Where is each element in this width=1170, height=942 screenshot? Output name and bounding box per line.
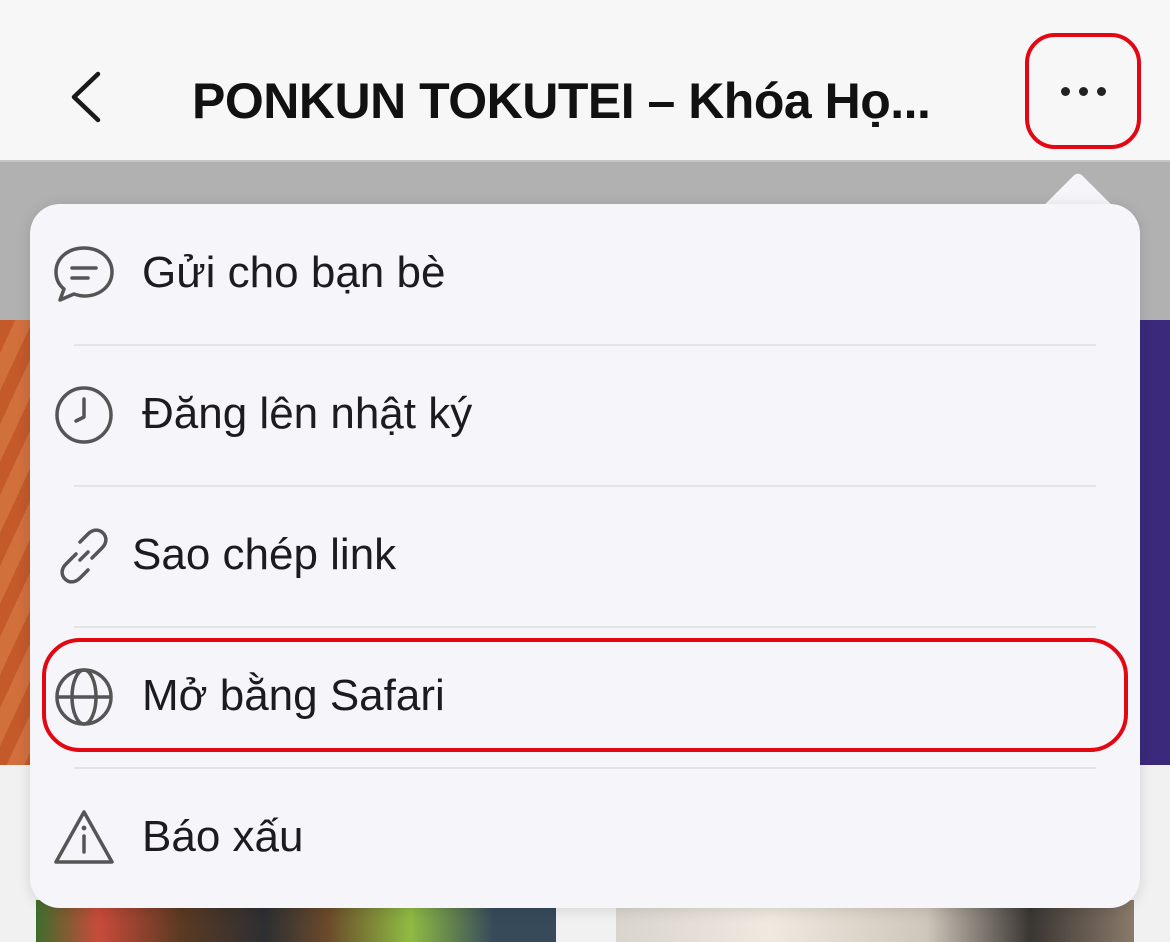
page-title: PONKUN TOKUTEI – Khóa Họ... xyxy=(192,73,931,129)
navigation-header: PONKUN TOKUTEI – Khóa Họ... xyxy=(0,0,1170,162)
menu-item-copy-link[interactable]: Sao chép link xyxy=(30,486,1140,626)
more-dot xyxy=(1096,86,1106,96)
more-dots-icon xyxy=(1060,86,1070,96)
link-icon xyxy=(52,524,116,588)
more-dot xyxy=(1078,86,1088,96)
menu-item-send-to-friends[interactable]: Gửi cho bạn bè xyxy=(30,204,1140,344)
globe-icon xyxy=(52,665,116,729)
menu-item-report[interactable]: Báo xấu xyxy=(30,768,1140,908)
menu-item-post-to-diary[interactable]: Đăng lên nhật ký xyxy=(30,345,1140,485)
chat-bubble-icon xyxy=(52,242,116,306)
more-options-button[interactable] xyxy=(1025,33,1141,149)
menu-item-label: Sao chép link xyxy=(132,530,397,579)
menu-item-label: Báo xấu xyxy=(142,812,304,861)
back-button[interactable] xyxy=(55,62,115,132)
share-menu: Gửi cho bạn bè Đăng lên nhật ký Sao chép… xyxy=(30,204,1140,908)
menu-item-label: Gửi cho bạn bè xyxy=(142,248,446,297)
clock-icon xyxy=(52,383,116,447)
chevron-left-icon xyxy=(71,71,101,123)
warning-icon xyxy=(52,806,116,870)
menu-item-label: Mở bằng Safari xyxy=(142,671,445,720)
menu-item-open-in-safari[interactable]: Mở bằng Safari xyxy=(30,627,1140,767)
menu-item-label: Đăng lên nhật ký xyxy=(142,389,473,438)
